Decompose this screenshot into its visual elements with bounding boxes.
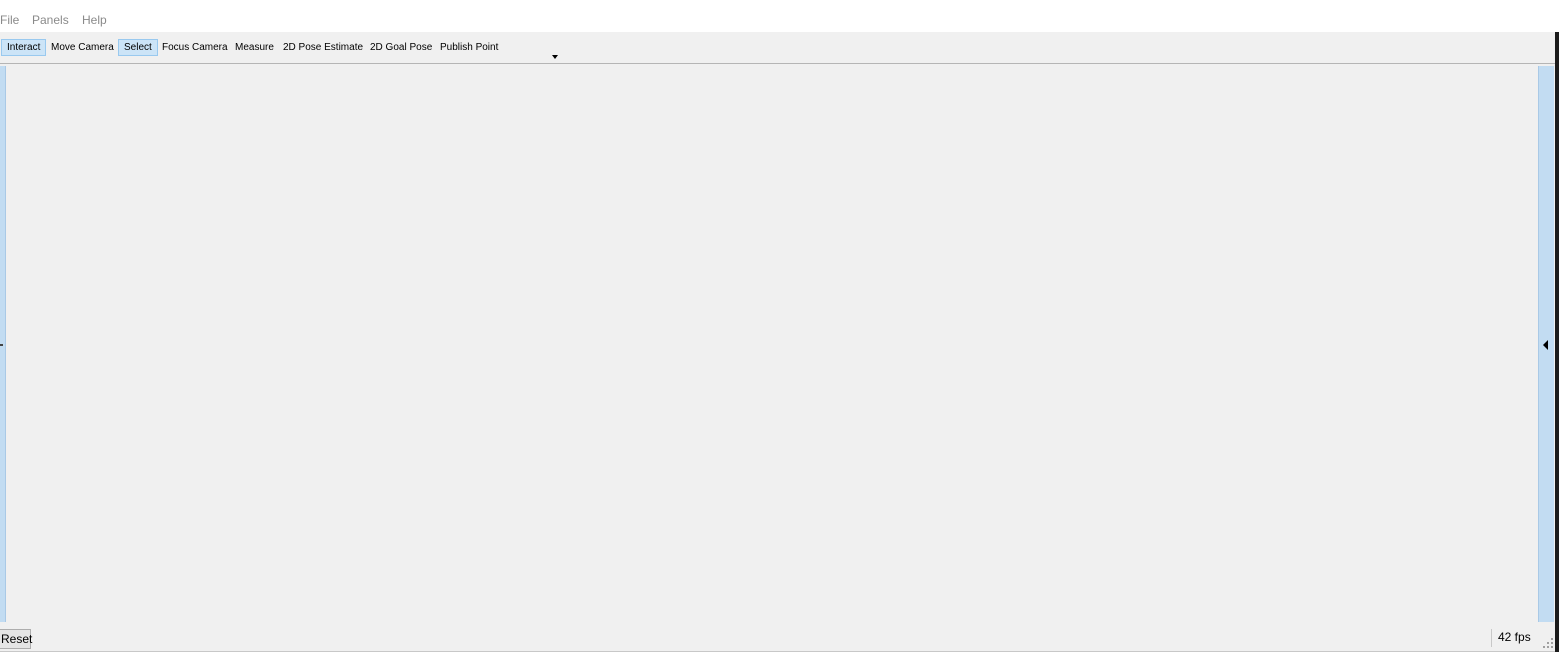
left-dock-splitter[interactable] bbox=[0, 66, 6, 622]
tool-measure[interactable]: Measure bbox=[229, 39, 280, 56]
tool-interact[interactable]: Interact bbox=[1, 39, 47, 56]
menu-help[interactable]: Help bbox=[82, 13, 107, 27]
reset-button[interactable]: Reset bbox=[0, 629, 32, 649]
collapse-left-icon[interactable] bbox=[0, 344, 3, 346]
tool-2d-pose-estimate[interactable]: 2D Pose Estimate bbox=[277, 39, 369, 56]
rviz-window: File Panels Help Interact Move Camera Se… bbox=[0, 0, 1559, 652]
tool-2d-goal-pose[interactable]: 2D Goal Pose bbox=[364, 39, 438, 56]
fps-readout: 42 fps bbox=[1498, 630, 1531, 644]
size-grip-icon[interactable] bbox=[1543, 638, 1553, 648]
menu-file[interactable]: File bbox=[0, 13, 19, 27]
3d-render-view[interactable] bbox=[7, 66, 1537, 622]
dropdown-arrow-icon[interactable] bbox=[552, 55, 558, 59]
status-bar: Reset 42 fps bbox=[0, 624, 1555, 652]
menu-panels[interactable]: Panels bbox=[32, 13, 69, 27]
menu-bar: File Panels Help bbox=[0, 0, 1559, 32]
tool-focus-camera[interactable]: Focus Camera bbox=[156, 39, 234, 56]
tool-publish-point[interactable]: Publish Point bbox=[434, 39, 504, 56]
status-separator bbox=[1491, 629, 1492, 647]
tool-select[interactable]: Select bbox=[118, 39, 158, 56]
tools-toolbar: Interact Move Camera Select Focus Camera… bbox=[0, 32, 1556, 64]
window-edge bbox=[1555, 32, 1559, 652]
right-dock-splitter[interactable] bbox=[1538, 66, 1554, 622]
collapse-right-icon[interactable] bbox=[1543, 340, 1548, 350]
tool-move-camera[interactable]: Move Camera bbox=[45, 39, 120, 56]
